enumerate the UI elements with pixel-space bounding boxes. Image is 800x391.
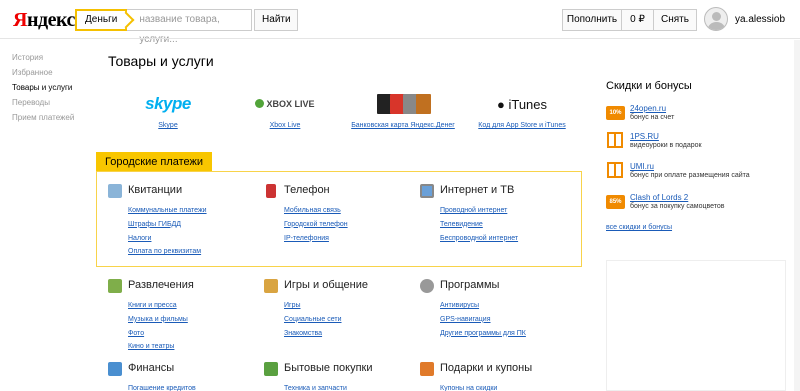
balance-display[interactable]: 0 ₽ bbox=[621, 9, 654, 31]
ad-placeholder bbox=[606, 260, 786, 391]
category-link[interactable]: Погашение кредитов bbox=[128, 382, 196, 391]
phone-icon bbox=[266, 184, 276, 198]
partner-label[interactable]: Skype bbox=[158, 122, 177, 129]
bonus-name[interactable]: 24open.ru bbox=[630, 104, 666, 113]
category-link[interactable]: Мобильная связь bbox=[284, 204, 348, 218]
category-title[interactable]: Финансы bbox=[128, 362, 174, 374]
partner-label[interactable]: Банковская карта Яндекс.Денег bbox=[351, 122, 455, 129]
category-title[interactable]: Телефон bbox=[284, 184, 330, 196]
bonus-desc: видеоуроки в подарок bbox=[630, 142, 702, 149]
topup-button[interactable]: Пополнить bbox=[562, 9, 622, 31]
category-link[interactable]: Проводной интернет bbox=[440, 204, 518, 218]
xbox-ball-icon bbox=[255, 99, 265, 108]
partner-label[interactable]: Xbox Live bbox=[270, 122, 301, 129]
logo-rest: ндекс bbox=[26, 9, 75, 31]
category-link[interactable]: Налоги bbox=[128, 232, 207, 246]
shopping-icon bbox=[264, 362, 278, 376]
partner-yandex-card[interactable]: Банковская карта Яндекс.Денег bbox=[346, 93, 460, 129]
city-payments-label: Городские платежи bbox=[96, 152, 213, 172]
gift-icon bbox=[607, 132, 623, 148]
category-link[interactable]: Штрафы ГИБДД bbox=[128, 218, 207, 232]
category-link[interactable]: Музыка и фильмы bbox=[128, 313, 188, 327]
category-title[interactable]: Игры и общение bbox=[284, 279, 368, 291]
category-link[interactable]: Техника и запчасти bbox=[284, 382, 347, 391]
logo-initial: Я bbox=[13, 9, 27, 31]
receipt-icon bbox=[108, 184, 122, 198]
bonus-name[interactable]: Clash of Lords 2 bbox=[630, 193, 688, 202]
monitor-icon bbox=[420, 184, 434, 198]
category-link[interactable]: Городской телефон bbox=[284, 218, 348, 232]
nav-item-transfers[interactable]: Переводы bbox=[12, 98, 74, 113]
xbox-logo: XBOX LIVE bbox=[255, 99, 315, 109]
category-link[interactable]: Купоны на скидки bbox=[440, 382, 497, 391]
partner-label[interactable]: Код для App Store и iTunes bbox=[478, 122, 565, 129]
bonus-name[interactable]: 1PS.RU bbox=[630, 132, 659, 141]
category-link[interactable]: Телевидение bbox=[440, 218, 518, 232]
finance-icon bbox=[108, 362, 122, 376]
programs-icon bbox=[420, 279, 434, 293]
category-link[interactable]: Антивирусы bbox=[440, 299, 526, 313]
gift-icon bbox=[607, 162, 623, 178]
bonus-desc: бонус на счет bbox=[630, 114, 675, 121]
page-title: Товары и услуги bbox=[108, 53, 214, 69]
bonus-name[interactable]: UMI.ru bbox=[630, 162, 654, 171]
scrollbar[interactable] bbox=[794, 40, 800, 391]
category-link[interactable]: Другие программы для ПК bbox=[440, 327, 526, 341]
category-link[interactable]: Игры bbox=[284, 299, 342, 313]
bank-cards-icon bbox=[377, 94, 431, 114]
category-link[interactable]: Фото bbox=[128, 327, 188, 341]
category-link[interactable]: Оплата по реквизитам bbox=[128, 245, 207, 259]
header: Яндекс Деньги название товара, услуги...… bbox=[0, 0, 800, 45]
entertainment-icon bbox=[108, 279, 122, 293]
partner-xbox[interactable]: XBOX LIVE Xbox Live bbox=[250, 93, 320, 129]
games-icon bbox=[264, 279, 278, 293]
category-link[interactable]: Социальные сети bbox=[284, 313, 342, 327]
category-title[interactable]: Развлечения bbox=[128, 279, 194, 291]
side-nav: История Избранное Товары и услуги Перево… bbox=[12, 53, 74, 128]
service-tab-money[interactable]: Деньги bbox=[75, 9, 128, 31]
username[interactable]: ya.alessiob bbox=[735, 14, 785, 25]
category-title[interactable]: Интернет и ТВ bbox=[440, 184, 514, 196]
category-title[interactable]: Квитанции bbox=[128, 184, 182, 196]
header-divider bbox=[0, 38, 800, 39]
bonus-desc: бонус при оплате размещения сайта bbox=[630, 172, 750, 179]
apple-icon: ● bbox=[496, 96, 505, 112]
category-link[interactable]: Книги и пресса bbox=[128, 299, 188, 313]
yandex-logo[interactable]: Яндекс bbox=[13, 9, 75, 32]
discount-badge: 85% bbox=[606, 195, 625, 209]
gift-icon bbox=[420, 362, 434, 376]
search-button[interactable]: Найти bbox=[254, 9, 299, 31]
category-title[interactable]: Бытовые покупки bbox=[284, 362, 373, 374]
avatar[interactable] bbox=[704, 7, 728, 31]
itunes-logo: ● iTunes bbox=[496, 96, 548, 112]
bonus-desc: бонус за покупку самоцветов bbox=[630, 203, 725, 210]
category-link[interactable]: Кино и театры bbox=[128, 340, 188, 354]
nav-item-history[interactable]: История bbox=[12, 53, 74, 68]
search-input[interactable]: название товара, услуги... bbox=[127, 9, 253, 45]
nav-item-favorites[interactable]: Избранное bbox=[12, 68, 74, 83]
category-link[interactable]: GPS-навигация bbox=[440, 313, 526, 327]
nav-item-goods-services[interactable]: Товары и услуги bbox=[12, 83, 74, 98]
discount-badge: 10% bbox=[606, 106, 625, 120]
category-link[interactable]: IP-телефония bbox=[284, 232, 348, 246]
category-link[interactable]: Беспроводной интернет bbox=[440, 232, 518, 246]
category-title[interactable]: Программы bbox=[440, 279, 499, 291]
withdraw-button[interactable]: Снять bbox=[653, 9, 697, 31]
all-bonuses-link[interactable]: все скидки и бонусы bbox=[606, 224, 672, 231]
nav-item-receive-payments[interactable]: Прием платежей bbox=[12, 113, 74, 128]
search-bar: Деньги название товара, услуги... Найти bbox=[75, 9, 299, 45]
category-title[interactable]: Подарки и купоны bbox=[440, 362, 532, 374]
skype-logo: skype bbox=[145, 94, 191, 113]
category-link[interactable]: Знакомства bbox=[284, 327, 342, 341]
partner-skype[interactable]: skype Skype bbox=[138, 93, 198, 129]
partner-itunes[interactable]: ● iTunes Код для App Store и iTunes bbox=[472, 93, 572, 130]
bonuses-title: Скидки и бонусы bbox=[606, 80, 692, 92]
category-link[interactable]: Коммунальные платежи bbox=[128, 204, 207, 218]
